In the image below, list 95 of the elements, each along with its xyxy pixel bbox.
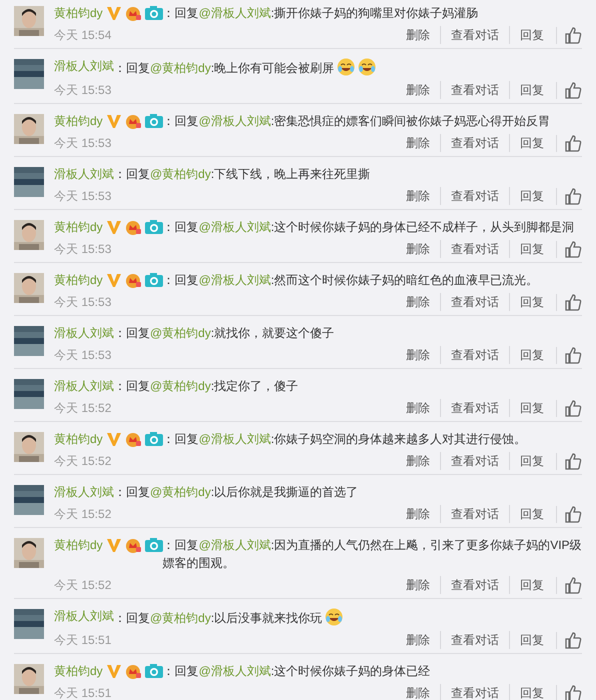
crown-icon [124, 219, 142, 235]
crown-icon [124, 113, 142, 129]
view-conversation-link[interactable]: 查看对话 [440, 684, 509, 700]
camera-icon [144, 663, 163, 679]
camera-icon [144, 5, 163, 21]
comment-text: ：回复@黄柏钧dy:以后你就是我撕逼的首选了 [114, 484, 360, 501]
comment-text: ：回复@滑板人刘斌:你婊子妈空洞的身体越来越多人对其进行侵蚀。 [162, 431, 528, 448]
view-conversation-link[interactable]: 查看对话 [440, 399, 509, 417]
reply-link[interactable]: 回复 [509, 346, 554, 364]
view-conversation-link[interactable]: 查看对话 [440, 26, 509, 44]
comment-text: ：回复@滑板人刘斌:因为直播的人气仍然在上飚，引来了更多你婊子妈的VIP级嫖客的围观。 [162, 537, 582, 572]
timestamp: 今天 15:51 [54, 632, 112, 649]
view-conversation-link[interactable]: 查看对话 [440, 631, 509, 649]
crown-icon [124, 663, 142, 679]
thumbs-up-icon[interactable] [565, 452, 582, 470]
view-conversation-link[interactable]: 查看对话 [440, 134, 509, 152]
comment-text: ：回复@滑板人刘斌:撕开你婊子妈的狗嘴里对你婊子妈灌肠 [162, 5, 480, 22]
crown-icon [124, 272, 142, 288]
reply-link[interactable]: 回复 [509, 505, 554, 523]
timestamp: 今天 15:53 [54, 188, 112, 205]
crown-icon [124, 431, 142, 447]
comment-text: ：回复@滑板人刘斌:密集恐惧症的嫖客们瞬间被你婊子妈恶心得开始反胃 [162, 113, 552, 130]
reply-link[interactable]: 回复 [509, 26, 554, 44]
timestamp: 今天 15:52 [54, 577, 112, 594]
delete-link[interactable]: 删除 [396, 240, 440, 258]
view-conversation-link[interactable]: 查看对话 [440, 346, 509, 364]
thumbs-up-icon[interactable] [565, 684, 582, 700]
reply-link[interactable]: 回复 [509, 576, 554, 594]
comment-text: ：回复@黄柏钧dy:下线下线，晚上再来往死里撕 [114, 166, 372, 183]
laughing-emoji-icon [358, 58, 376, 76]
reply-link[interactable]: 回复 [509, 134, 554, 152]
timestamp: 今天 15:54 [54, 27, 112, 44]
thumbs-up-icon[interactable] [565, 240, 582, 258]
thumbs-up-icon[interactable] [565, 294, 582, 310]
timestamp: 今天 15:53 [54, 135, 112, 152]
view-conversation-link[interactable]: 查看对话 [440, 576, 509, 594]
timestamp: 今天 15:53 [54, 241, 112, 258]
reply-link[interactable]: 回复 [509, 684, 554, 700]
comment-text: ：回复@滑板人刘斌:然而这个时候你婊子妈的暗红色的血液早已流光。 [162, 272, 540, 289]
delete-link[interactable]: 删除 [396, 346, 440, 364]
timestamp: 今天 15:51 [54, 685, 112, 700]
comment-text: ：回复@黄柏钧dy:晚上你有可能会被刷屏 [114, 57, 582, 77]
timestamp: 今天 15:53 [54, 347, 112, 364]
crown-icon [124, 5, 142, 21]
thumbs-up-icon[interactable] [565, 134, 582, 152]
timestamp: 今天 15:53 [54, 82, 112, 99]
camera-icon [144, 272, 163, 288]
delete-link[interactable]: 删除 [396, 684, 440, 700]
thumbs-up-icon[interactable] [565, 346, 582, 364]
delete-link[interactable]: 删除 [396, 399, 440, 417]
view-conversation-link[interactable]: 查看对话 [440, 240, 509, 258]
laughing-emoji-icon [325, 608, 344, 626]
delete-link[interactable]: 删除 [396, 134, 440, 152]
delete-link[interactable]: 删除 [396, 452, 440, 470]
camera-icon [144, 537, 163, 553]
timestamp: 今天 15:53 [54, 294, 112, 311]
delete-link[interactable]: 删除 [396, 293, 440, 311]
view-conversation-link[interactable]: 查看对话 [440, 452, 509, 470]
thumbs-up-icon[interactable] [565, 26, 582, 44]
thumbs-up-icon[interactable] [565, 632, 582, 648]
delete-link[interactable]: 删除 [396, 631, 440, 649]
camera-icon [144, 219, 163, 235]
delete-link[interactable]: 删除 [396, 187, 440, 205]
comment-text: ：回复@滑板人刘斌:这个时候你婊子妈的身体已经不成样子，从头到脚都是洞 [162, 219, 576, 236]
delete-link[interactable]: 删除 [396, 576, 440, 594]
delete-link[interactable]: 删除 [396, 26, 440, 44]
thumbs-up-icon[interactable] [565, 82, 582, 98]
thumbs-up-icon[interactable] [565, 576, 582, 594]
thumbs-up-icon[interactable] [565, 506, 582, 522]
timestamp: 今天 15:52 [54, 400, 112, 417]
thumbs-up-icon[interactable] [565, 188, 582, 204]
delete-link[interactable]: 删除 [396, 81, 440, 99]
view-conversation-link[interactable]: 查看对话 [440, 505, 509, 523]
camera-icon [144, 113, 163, 129]
view-conversation-link[interactable]: 查看对话 [440, 81, 509, 99]
camera-icon [144, 431, 163, 447]
delete-link[interactable]: 删除 [396, 505, 440, 523]
reply-link[interactable]: 回复 [509, 81, 554, 99]
reply-link[interactable]: 回复 [509, 240, 554, 258]
reply-link[interactable]: 回复 [509, 187, 554, 205]
timestamp: 今天 15:52 [54, 453, 112, 470]
laughing-emoji-icon [337, 58, 356, 76]
view-conversation-link[interactable]: 查看对话 [440, 293, 509, 311]
thumbs-up-icon[interactable] [565, 400, 582, 416]
crown-icon [124, 537, 142, 553]
reply-link[interactable]: 回复 [509, 293, 554, 311]
comment-text: ：回复@滑板人刘斌:这个时候你婊子妈的身体已经 [162, 663, 432, 680]
comment-text: ：回复@黄柏钧dy:找定你了，傻子 [114, 378, 300, 395]
comment-text: ：回复@黄柏钧dy:就找你，就要这个傻子 [114, 325, 336, 342]
reply-link[interactable]: 回复 [509, 399, 554, 417]
reply-link[interactable]: 回复 [509, 452, 554, 470]
comment-text: ：回复@黄柏钧dy:以后没事就来找你玩 [114, 607, 582, 627]
view-conversation-link[interactable]: 查看对话 [440, 187, 509, 205]
timestamp: 今天 15:52 [54, 506, 112, 523]
reply-link[interactable]: 回复 [509, 631, 554, 649]
